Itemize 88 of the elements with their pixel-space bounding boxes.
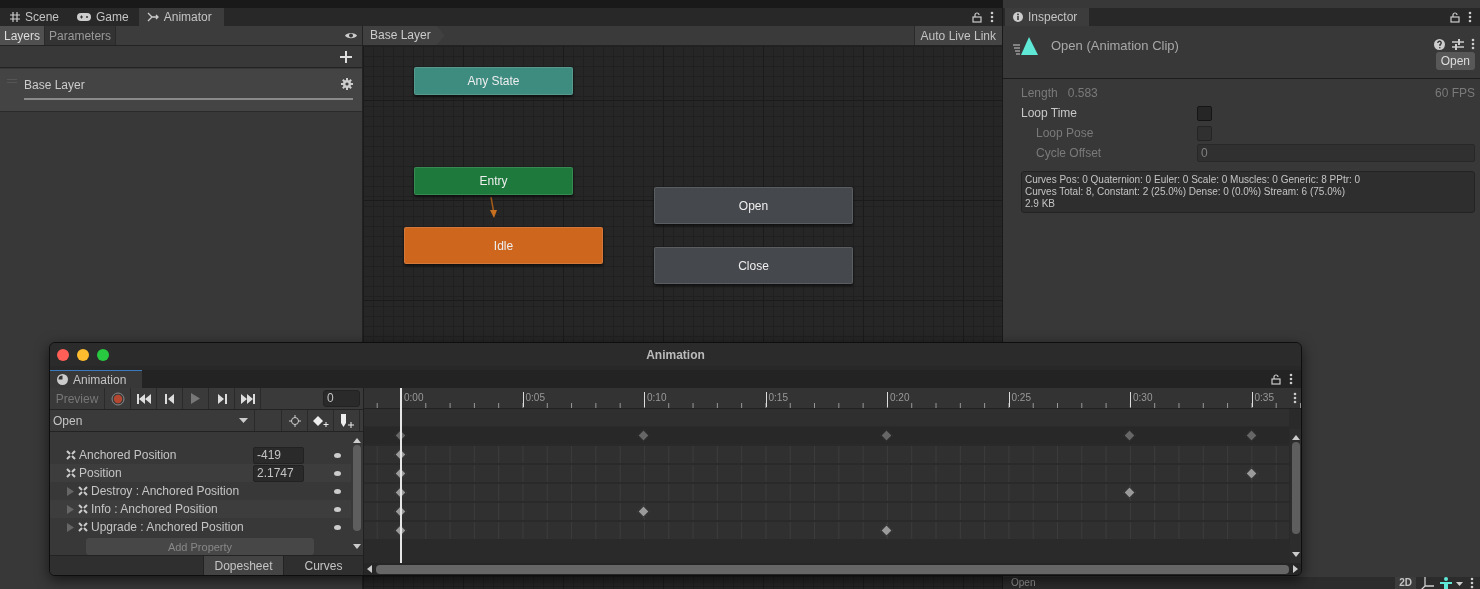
avatar-icon[interactable] (1440, 577, 1464, 589)
axes-icon[interactable] (1420, 577, 1434, 589)
state-node[interactable]: Close (654, 247, 853, 284)
key-dot-icon[interactable] (334, 470, 341, 476)
panel-tab[interactable]: Layers (0, 26, 46, 45)
state-node[interactable]: Entry (414, 167, 573, 195)
view-tab[interactable]: Dopesheet (203, 556, 283, 575)
lock-icon[interactable] (1450, 11, 1460, 23)
key-dot-icon[interactable] (334, 524, 341, 530)
close-light[interactable] (57, 348, 69, 361)
checkbox[interactable] (1197, 105, 1212, 121)
editor-tab[interactable]: Game (69, 8, 137, 26)
settings-icon[interactable] (341, 78, 353, 90)
fps-label: 60 FPS (1434, 86, 1475, 100)
step-forward-icon (216, 393, 227, 404)
time-label: 0:30 (1130, 392, 1153, 407)
skip-end-icon (240, 393, 255, 404)
more-icon[interactable] (1471, 38, 1475, 50)
step-back-icon (164, 393, 175, 404)
asset-title: Open (Animation Clip) (1051, 38, 1179, 53)
field-label: Cycle Offset (1036, 146, 1103, 160)
sliders-icon[interactable] (1452, 38, 1464, 50)
field-label: Length (1021, 86, 1058, 100)
state-node[interactable]: Any State (414, 67, 573, 95)
field-label: Loop Time (1021, 106, 1079, 120)
add-icon[interactable] (340, 50, 352, 63)
more-icon[interactable] (1289, 373, 1293, 385)
2d-button[interactable]: 2D (1395, 577, 1416, 589)
inspector-tab[interactable]: Inspector (1005, 8, 1090, 26)
zoom-light[interactable] (97, 348, 109, 361)
transition-arrow[interactable] (487, 196, 499, 220)
transform-icon (66, 468, 76, 478)
gamepad-icon (77, 13, 92, 21)
window-title: Animation (646, 347, 705, 362)
more-icon[interactable] (990, 11, 994, 23)
state-machine-icon (146, 12, 159, 22)
animation-clip-icon (1013, 36, 1039, 56)
clock-icon (57, 374, 68, 385)
add-keyframe-icon (312, 414, 329, 427)
value-field[interactable]: 2.1747 (253, 464, 304, 482)
more-icon[interactable] (1293, 392, 1297, 404)
play-icon (191, 393, 200, 404)
info-box: Curves Pos: 0 Quaternion: 0 Euler: 0 Scale: 0 Muscles: 0 Generic: 8 PPtr: 0 Curves Total: 8, Constant: 2 (25.0%) Dense: 0 (0.0%) Stream: 6 (75.0%) 2.9 KB (1021, 171, 1475, 213)
more-icon[interactable] (1468, 11, 1472, 23)
animation-tab[interactable]: Animation (50, 370, 143, 388)
time-ruler[interactable]: 0:00 0:05 0:10 0:15 0:20 0:25 0:30 0:35 (364, 388, 1301, 409)
minimize-light[interactable] (77, 348, 89, 361)
state-node[interactable]: Open (654, 187, 853, 224)
lock-icon[interactable] (1271, 373, 1281, 385)
skip-start-icon (136, 393, 151, 404)
breadcrumb[interactable]: Base Layer (363, 26, 445, 45)
transform-icon (78, 486, 88, 496)
panel-tab[interactable]: Parameters (45, 26, 117, 45)
add-event-icon (339, 413, 354, 428)
time-label: 0:05 (522, 392, 545, 407)
time-label: 0:10 (644, 392, 667, 407)
crosshair-icon (288, 414, 301, 427)
key-dot-icon[interactable] (334, 488, 341, 494)
lock-icon[interactable] (972, 11, 982, 23)
help-icon[interactable] (1434, 38, 1445, 50)
info-icon (1013, 12, 1023, 22)
transform-icon (66, 450, 76, 460)
value-field[interactable]: -419 (253, 446, 304, 464)
field-label: Loop Pose (1036, 126, 1095, 140)
time-label: 0:15 (765, 392, 788, 407)
editor-tab[interactable]: Scene (2, 8, 68, 26)
frame-field[interactable]: 0 (323, 390, 360, 407)
key-dot-icon[interactable] (334, 452, 341, 458)
transform-icon (78, 504, 88, 514)
editor-tab[interactable]: Animator (138, 8, 224, 26)
key-dot-icon[interactable] (334, 506, 341, 512)
property-row[interactable]: Position 2.1747 (50, 464, 351, 482)
time-label: 0:35 (1251, 392, 1274, 407)
scrollbar[interactable] (364, 563, 1301, 575)
transform-icon (78, 522, 88, 532)
time-label: 0:25 (1008, 392, 1031, 407)
field-value: 0.583 (1067, 86, 1098, 100)
layer-item[interactable]: Base Layer (0, 69, 362, 112)
preview-title: Open (1011, 577, 1036, 589)
grid-icon (10, 12, 20, 22)
caret-icon (239, 418, 248, 423)
eye-icon[interactable] (344, 31, 358, 40)
record-icon (110, 391, 125, 406)
time-label: 0:20 (887, 392, 910, 407)
open-button[interactable]: Open (1435, 52, 1475, 70)
auto-live-link-button[interactable]: Auto Live Link (913, 26, 1002, 45)
property-row[interactable]: Info : Anchored Position (50, 500, 351, 518)
more-icon[interactable] (1470, 577, 1474, 589)
